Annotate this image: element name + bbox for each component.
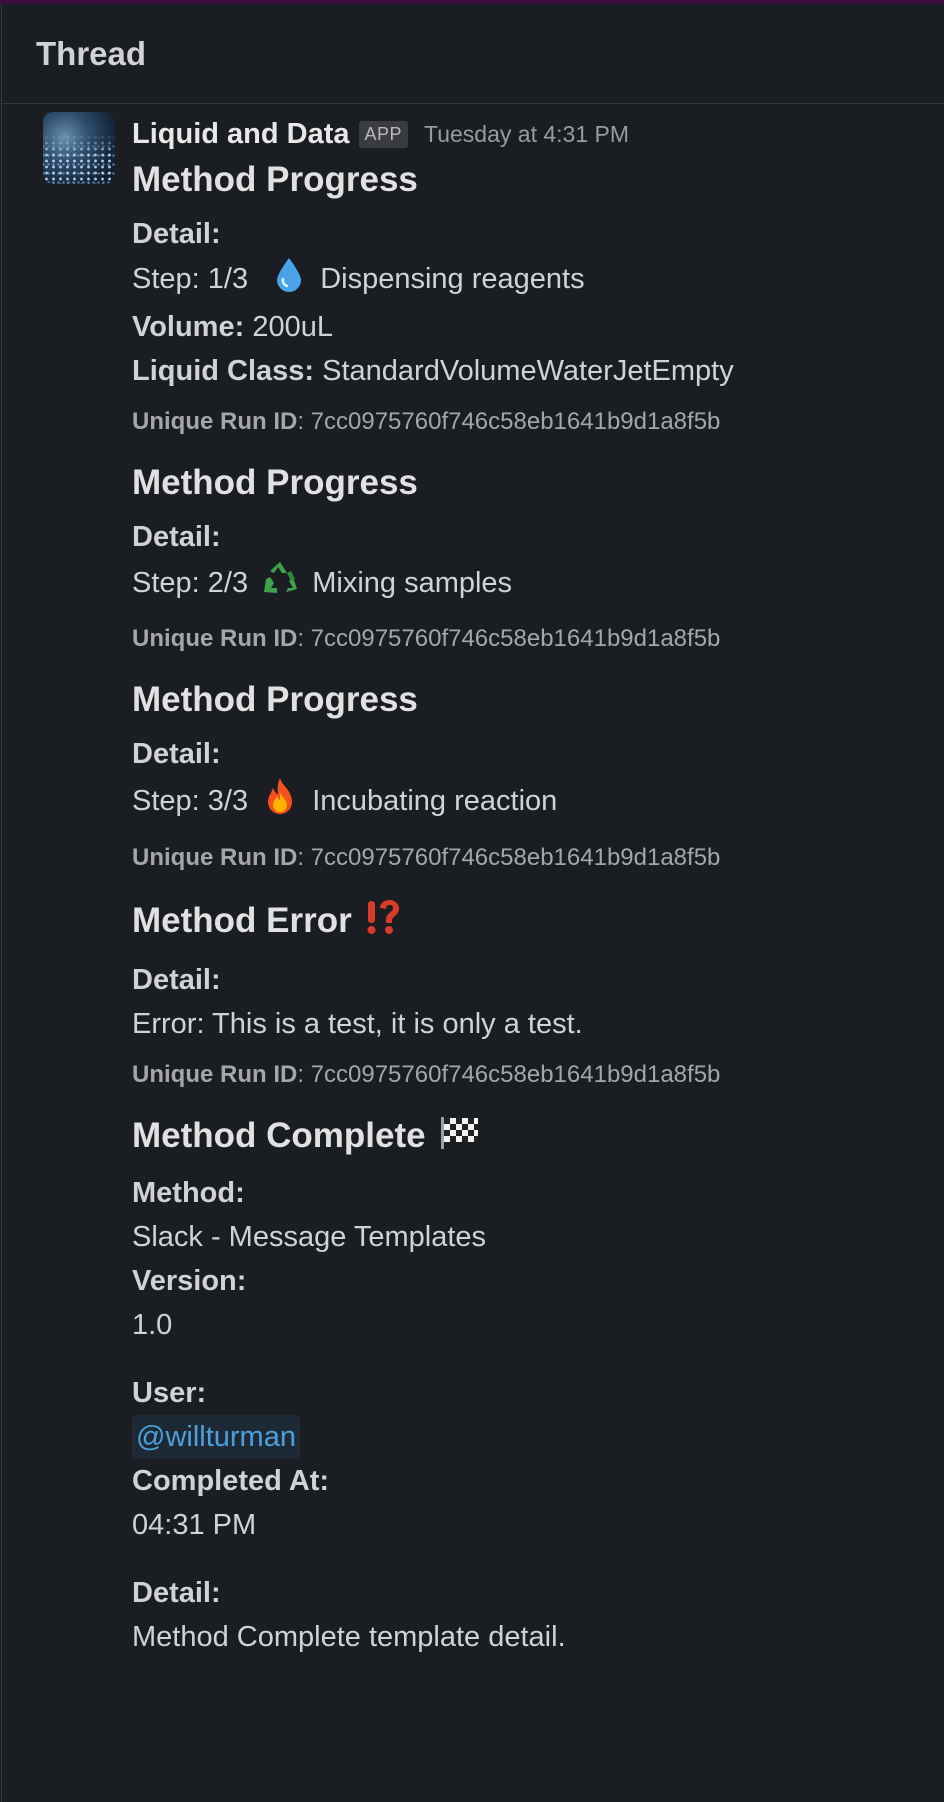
thread-header: Thread [2, 4, 944, 104]
interrobang-icon [363, 897, 403, 948]
version-value: 1.0 [132, 1309, 173, 1342]
step-line: Step: 1/3 Dispensing reagents [132, 256, 904, 305]
app-badge: APP [358, 120, 409, 148]
run-id-label: Unique Run ID [132, 625, 298, 652]
avatar[interactable] [43, 112, 115, 184]
run-id-line: Unique Run ID: 7cc0975760f746c58eb1641b9… [132, 407, 904, 437]
liquid-class-line: Liquid Class: StandardVolumeWaterJetEmpt… [132, 349, 904, 393]
block-title-row: Method Complete [132, 1114, 904, 1161]
block-title: Method Progress [132, 680, 418, 719]
step-line: Step: 2/3 Mixing samples [132, 559, 904, 610]
liquid-class-label: Liquid Class: [132, 355, 315, 387]
run-id-value: : 7cc0975760f746c58eb1641b9d1a8f5b [297, 1061, 721, 1088]
run-id-label: Unique Run ID [132, 844, 298, 871]
method-error-block: Method Error Detail: Error: This is a te… [132, 897, 904, 1090]
block-title: Method Progress [132, 463, 418, 502]
method-complete-block: Method Complete Method: Slack - Message … [132, 1114, 904, 1659]
volume-label: Volume: [132, 311, 245, 343]
step-text: Incubating reaction [312, 785, 558, 818]
run-id-value: : 7cc0975760f746c58eb1641b9d1a8f5b [297, 408, 721, 435]
block-title: Method Error [132, 900, 352, 940]
method-progress-block: Method Progress Detail: Step: 1/3 Dispen… [132, 158, 904, 437]
completed-value: 04:31 PM [132, 1509, 257, 1542]
recycle-icon [260, 559, 300, 610]
user-label: User: [132, 1377, 207, 1410]
detail-label: Detail: [132, 1577, 221, 1610]
step-prefix: Step: 3/3 [132, 785, 249, 818]
volume-line: Volume: 200uL [132, 305, 904, 349]
thread-title: Thread [36, 34, 147, 72]
error-text: Error: This is a test, it is only a test… [132, 1008, 583, 1040]
version-label: Version: [132, 1265, 247, 1298]
detail-label: Detail: [132, 738, 221, 770]
block-title: Method Complete [132, 1116, 426, 1155]
volume-value: 200uL [252, 311, 333, 343]
step-text: Mixing samples [312, 567, 513, 600]
detail-label: Detail: [132, 964, 221, 996]
liquid-class-value: StandardVolumeWaterJetEmpty [322, 355, 734, 387]
user-mention[interactable]: @willturman [132, 1415, 300, 1460]
thread-panel: Thread Liquid and Data APP Tuesday at 4:… [1, 4, 944, 1802]
run-id-line: Unique Run ID: 7cc0975760f746c58eb1641b9… [132, 843, 904, 873]
method-value: Slack - Message Templates [132, 1221, 487, 1254]
run-id-value: : 7cc0975760f746c58eb1641b9d1a8f5b [297, 625, 721, 652]
fire-icon [260, 776, 300, 829]
run-id-value: : 7cc0975760f746c58eb1641b9d1a8f5b [297, 844, 721, 871]
checkered-flag-icon [439, 1114, 481, 1161]
run-id-label: Unique Run ID [132, 1061, 298, 1088]
step-line: Step: 3/3 Incubating reaction [132, 776, 904, 829]
method-progress-block: Method Progress Detail: Step: 2/3 Mixing… [132, 461, 904, 654]
detail-value: Method Complete template detail. [132, 1621, 566, 1654]
block-title: Method Progress [132, 160, 418, 199]
block-title-row: Method Error [132, 897, 904, 948]
message: Liquid and Data APP Tuesday at 4:31 PM M… [2, 104, 944, 1659]
message-header: Liquid and Data APP Tuesday at 4:31 PM [132, 104, 904, 154]
method-label: Method: [132, 1177, 245, 1210]
user-line: @willturman [132, 1415, 904, 1460]
droplet-icon [274, 256, 304, 305]
message-timestamp[interactable]: Tuesday at 4:31 PM [424, 121, 629, 148]
run-id-label: Unique Run ID [132, 408, 298, 435]
run-id-line: Unique Run ID: 7cc0975760f746c58eb1641b9… [132, 624, 904, 654]
run-id-line: Unique Run ID: 7cc0975760f746c58eb1641b9… [132, 1060, 904, 1090]
completed-label: Completed At: [132, 1465, 330, 1498]
method-progress-block: Method Progress Detail: Step: 3/3 Incuba… [132, 678, 904, 873]
step-prefix: Step: 1/3 [132, 263, 249, 296]
detail-label: Detail: [132, 218, 221, 250]
step-prefix: Step: 2/3 [132, 567, 249, 600]
step-text: Dispensing reagents [320, 263, 585, 296]
sender-name[interactable]: Liquid and Data [132, 118, 350, 151]
detail-label: Detail: [132, 521, 221, 553]
